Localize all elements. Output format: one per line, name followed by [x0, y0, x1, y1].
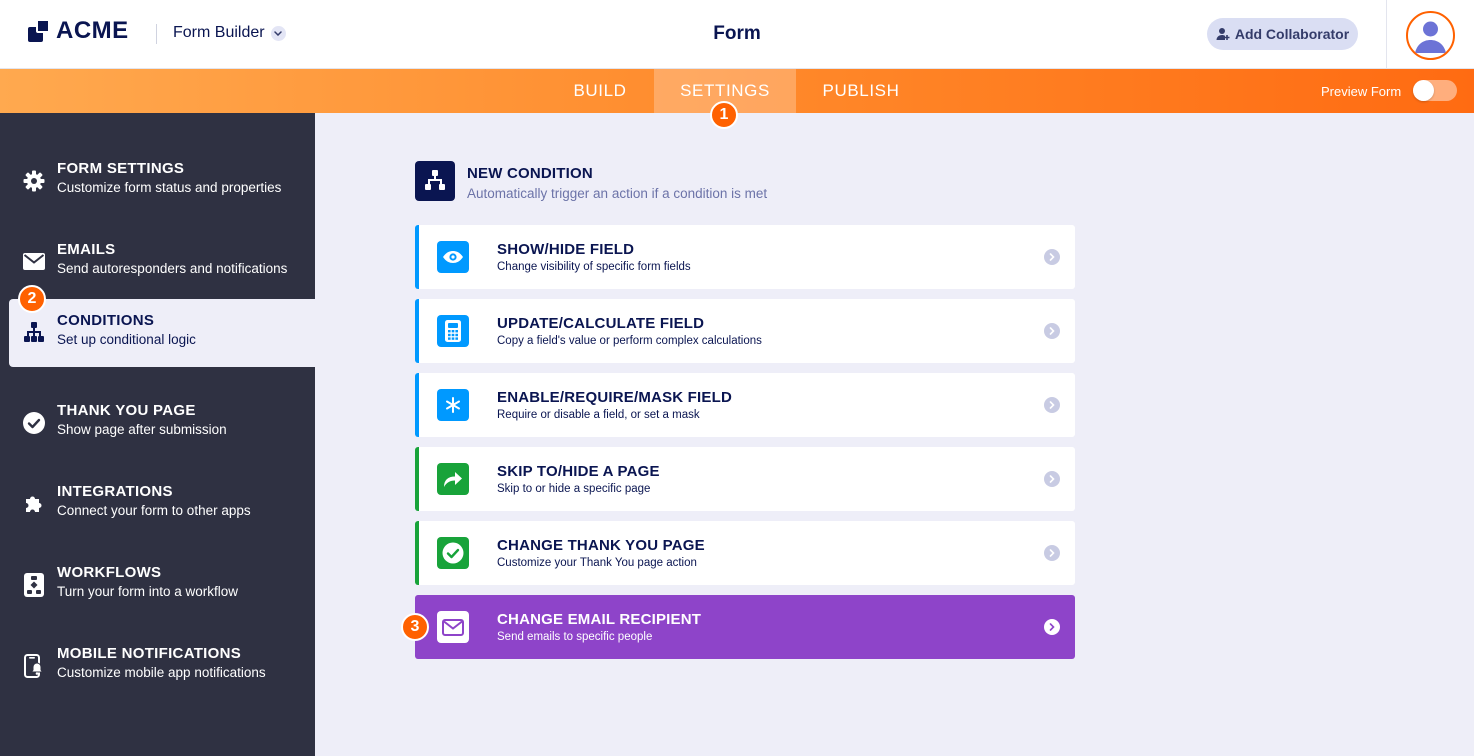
mobile-bell-icon — [22, 653, 45, 678]
check-circle-icon — [437, 537, 469, 569]
card-title: SKIP TO/HIDE A PAGE — [497, 463, 660, 480]
sidebar-item-subtitle: Turn your form into a workflow — [57, 584, 239, 599]
condition-card-show-hide-field[interactable]: SHOW/HIDE FIELD Change visibility of spe… — [415, 225, 1075, 289]
card-subtitle: Change visibility of specific form field… — [497, 261, 691, 273]
sidebar-item-subtitle: Customize form status and properties — [57, 180, 282, 195]
avatar[interactable] — [1406, 11, 1455, 60]
hierarchy-icon — [22, 321, 45, 344]
preview-form-label: Preview Form — [1321, 84, 1402, 99]
divider — [156, 24, 157, 44]
card-title: UPDATE/CALCULATE FIELD — [497, 315, 705, 332]
puzzle-icon — [22, 492, 45, 515]
calculator-icon — [437, 315, 469, 347]
sidebar-item-title: THANK YOU PAGE — [57, 402, 196, 419]
condition-card-update-calculate-field[interactable]: UPDATE/CALCULATE FIELD Copy a field's va… — [415, 299, 1075, 363]
chevron-right-icon — [1044, 619, 1060, 635]
sidebar-item-mobile-notifications[interactable]: MOBILE NOTIFICATIONS Customize mobile ap… — [0, 632, 315, 700]
tab-publish-label: PUBLISH — [822, 81, 900, 100]
chevron-right-icon — [1044, 397, 1060, 413]
sidebar-item-title: INTEGRATIONS — [57, 483, 173, 500]
card-title: CHANGE EMAIL RECIPIENT — [497, 611, 702, 628]
envelope-icon — [22, 250, 45, 273]
chevron-right-icon — [1044, 471, 1060, 487]
chevron-right-icon — [1044, 249, 1060, 265]
acme-logo[interactable]: ACME — [28, 17, 129, 45]
toggle-knob — [1413, 80, 1434, 101]
chevron-down-icon — [270, 25, 286, 41]
step-badge-3: 3 — [401, 613, 429, 641]
sidebar-item-subtitle: Customize mobile app notifications — [57, 665, 266, 680]
sidebar-item-integrations[interactable]: INTEGRATIONS Connect your form to other … — [0, 470, 315, 538]
settings-sidebar: FORM SETTINGS Customize form status and … — [0, 113, 315, 756]
chevron-right-icon — [1044, 323, 1060, 339]
user-avatar-icon — [1408, 13, 1453, 58]
sidebar-item-form-settings[interactable]: FORM SETTINGS Customize form status and … — [0, 147, 315, 215]
logo-text: ACME — [56, 17, 129, 44]
card-subtitle: Copy a field's value or perform complex … — [497, 335, 762, 347]
card-title: ENABLE/REQUIRE/MASK FIELD — [497, 389, 733, 406]
condition-card-change-thank-you-page[interactable]: CHANGE THANK YOU PAGE Customize your Tha… — [415, 521, 1075, 585]
tab-settings-label: SETTINGS — [680, 81, 770, 100]
condition-card-enable-require-mask-field[interactable]: ENABLE/REQUIRE/MASK FIELD Require or dis… — [415, 373, 1075, 437]
card-subtitle: Skip to or hide a specific page — [497, 483, 651, 495]
sidebar-item-subtitle: Send autoresponders and notifications — [57, 261, 288, 276]
sidebar-item-title: FORM SETTINGS — [57, 160, 185, 177]
asterisk-icon — [437, 389, 469, 421]
skip-arrow-icon — [437, 463, 469, 495]
check-circle-icon — [22, 411, 45, 434]
form-builder-dropdown[interactable]: Form Builder — [173, 24, 286, 42]
add-collaborator-button[interactable]: Add Collaborator — [1207, 18, 1358, 50]
new-condition-subtitle: Automatically trigger an action if a con… — [467, 186, 768, 201]
card-subtitle: Require or disable a field, or set a mas… — [497, 409, 700, 421]
condition-card-skip-hide-page[interactable]: SKIP TO/HIDE A PAGE Skip to or hide a sp… — [415, 447, 1075, 511]
sidebar-item-emails[interactable]: EMAILS Send autoresponders and notificat… — [0, 228, 315, 296]
sidebar-item-workflows[interactable]: WORKFLOWS Turn your form into a workflow — [0, 551, 315, 619]
main-nav: BUILD SETTINGS PUBLISH Preview Form — [0, 69, 1474, 113]
condition-card-change-email-recipient[interactable]: CHANGE EMAIL RECIPIENT Send emails to sp… — [415, 595, 1075, 659]
workflow-icon — [22, 572, 45, 597]
eye-icon — [437, 241, 469, 273]
tab-build[interactable]: BUILD — [560, 69, 640, 113]
sidebar-item-subtitle: Set up conditional logic — [57, 332, 196, 347]
divider — [1386, 0, 1387, 68]
tab-publish[interactable]: PUBLISH — [810, 69, 912, 113]
sidebar-item-conditions[interactable]: CONDITIONS Set up conditional logic — [9, 299, 315, 367]
add-collaborator-label: Add Collaborator — [1234, 26, 1350, 42]
card-title: SHOW/HIDE FIELD — [497, 241, 635, 258]
new-condition-icon — [415, 161, 455, 201]
card-subtitle: Customize your Thank You page action — [497, 557, 697, 569]
sidebar-item-subtitle: Show page after submission — [57, 422, 227, 437]
card-subtitle: Send emails to specific people — [497, 631, 653, 643]
form-builder-label: Form Builder — [173, 24, 265, 41]
step-badge-2: 2 — [18, 285, 46, 313]
envelope-icon — [437, 611, 469, 643]
new-condition-title: NEW CONDITION — [467, 165, 593, 182]
preview-form-toggle[interactable] — [1413, 80, 1457, 101]
acme-logo-mark — [28, 18, 52, 44]
card-title: CHANGE THANK YOU PAGE — [497, 537, 705, 554]
sidebar-item-title: WORKFLOWS — [57, 564, 162, 581]
sidebar-item-title: EMAILS — [57, 241, 116, 258]
sidebar-item-subtitle: Connect your form to other apps — [57, 503, 251, 518]
chevron-right-icon — [1044, 545, 1060, 561]
sidebar-item-title: MOBILE NOTIFICATIONS — [57, 645, 242, 662]
add-user-icon — [1216, 28, 1230, 40]
tab-build-label: BUILD — [573, 81, 627, 100]
gear-icon — [22, 169, 45, 192]
top-header: ACME Form Builder Form Add Collaborator — [0, 0, 1474, 69]
sidebar-item-thank-you-page[interactable]: THANK YOU PAGE Show page after submissio… — [0, 389, 315, 457]
sidebar-item-title: CONDITIONS — [57, 312, 155, 329]
step-badge-1: 1 — [710, 101, 738, 129]
